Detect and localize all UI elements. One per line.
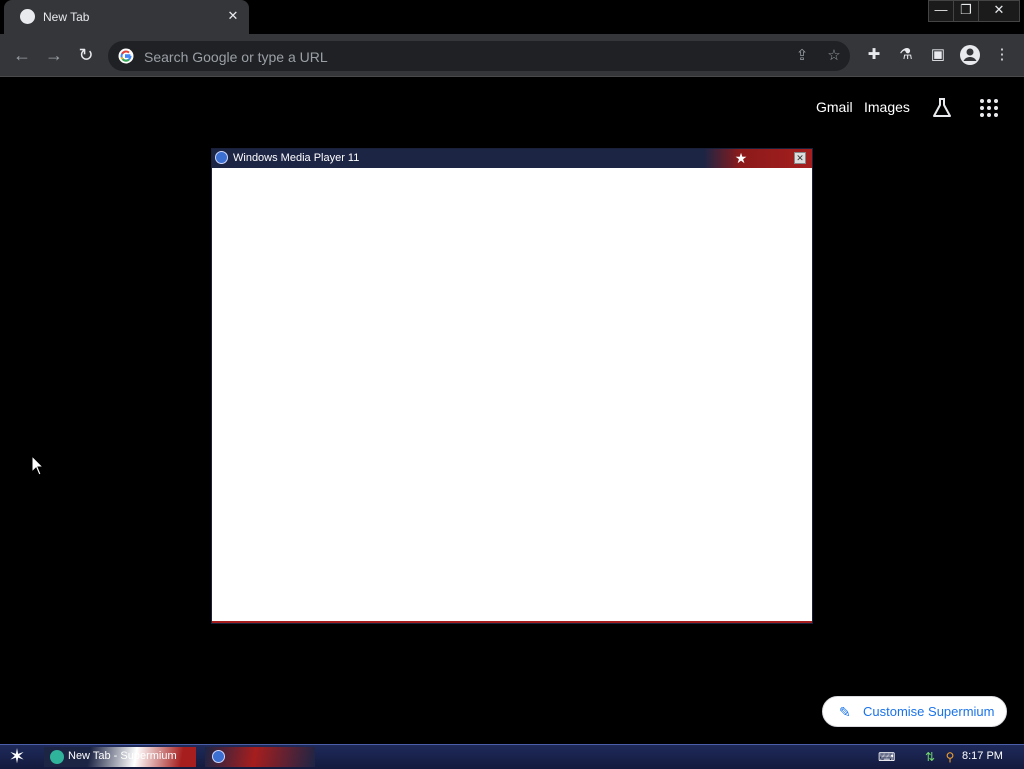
taskbar-item-browser[interactable]: New Tab - Supermium — [44, 747, 196, 767]
reload-icon: ↻ — [78, 45, 94, 65]
search-icon[interactable]: ⚲ — [942, 749, 958, 765]
browser-toolbar: ← → ↻ ⇪ ☆ ✚ ⚗ ▣ ⋮ — [0, 34, 1024, 77]
tab-strip: New Tab ✕ — ❐ ✕ — [0, 0, 1024, 34]
tab-title: New Tab — [43, 10, 90, 24]
wmp-content-area — [212, 168, 812, 621]
minimize-icon: — — [934, 2, 948, 17]
arrow-left-icon: ← — [13, 45, 31, 65]
omnibox-input[interactable] — [142, 41, 766, 73]
flask-icon[interactable] — [930, 96, 954, 120]
profile-icon[interactable] — [958, 43, 982, 67]
start-button[interactable]: ✶ — [4, 746, 30, 768]
customise-label: Customise Supermium — [863, 704, 995, 719]
star-icon: ★ — [734, 150, 748, 166]
share-icon[interactable]: ⇪ — [792, 46, 812, 66]
taskbar-item-label: New Tab - Supermium — [68, 750, 177, 762]
taskbar: ✶ New Tab - Supermium ⌨ ⇅ ⚲ 8:17 PM — [0, 744, 1024, 769]
puzzle-icon[interactable]: ✚ — [862, 43, 886, 67]
wmp-title: Windows Media Player 11 — [233, 152, 360, 164]
side-panel-icon[interactable]: ▣ — [926, 43, 950, 67]
wmp-close-button[interactable]: ✕ — [794, 152, 806, 164]
close-button[interactable]: ✕ — [978, 0, 1020, 22]
wmp-titlebar[interactable]: Windows Media Player 11 ★ ✕ — [212, 149, 812, 168]
omnibox[interactable]: ⇪ ☆ — [108, 41, 850, 73]
wmp-window: Windows Media Player 11 ★ ✕ — [211, 148, 813, 624]
close-icon: ✕ — [993, 2, 1005, 17]
mouse-cursor-icon — [32, 456, 44, 476]
restore-button[interactable]: ❐ — [953, 0, 979, 22]
arrow-right-icon: → — [45, 45, 63, 65]
wmp-app-icon — [212, 750, 225, 763]
keyboard-icon[interactable]: ⌨ — [878, 749, 895, 765]
reload-button[interactable]: ↻ — [73, 42, 99, 68]
restore-icon: ❐ — [960, 2, 972, 17]
gmail-link[interactable]: Gmail — [816, 99, 853, 115]
wmp-app-icon — [215, 151, 228, 164]
taskbar-item-wmp[interactable] — [205, 747, 315, 767]
google-logo-icon — [118, 48, 134, 64]
browser-tab[interactable]: New Tab ✕ — [4, 0, 249, 34]
globe-icon — [20, 9, 35, 24]
tab-close-icon[interactable]: ✕ — [224, 7, 242, 25]
images-link[interactable]: Images — [864, 99, 910, 115]
back-button[interactable]: ← — [9, 42, 35, 68]
network-icon[interactable]: ⇅ — [922, 749, 938, 765]
browser-icon — [50, 750, 64, 764]
apps-grid-icon[interactable] — [980, 99, 1000, 119]
pencil-icon: ✎ — [839, 704, 851, 720]
forward-button[interactable]: → — [41, 42, 67, 68]
customise-button[interactable]: ✎ Customise Supermium — [822, 696, 1007, 727]
wmp-bottom-border — [212, 621, 812, 623]
flask-icon[interactable]: ⚗ — [894, 43, 918, 67]
bookmark-star-icon[interactable]: ☆ — [824, 46, 844, 66]
minimize-button[interactable]: — — [928, 0, 954, 22]
taskbar-clock: 8:17 PM — [962, 750, 1003, 762]
kebab-menu-icon[interactable]: ⋮ — [990, 43, 1014, 67]
